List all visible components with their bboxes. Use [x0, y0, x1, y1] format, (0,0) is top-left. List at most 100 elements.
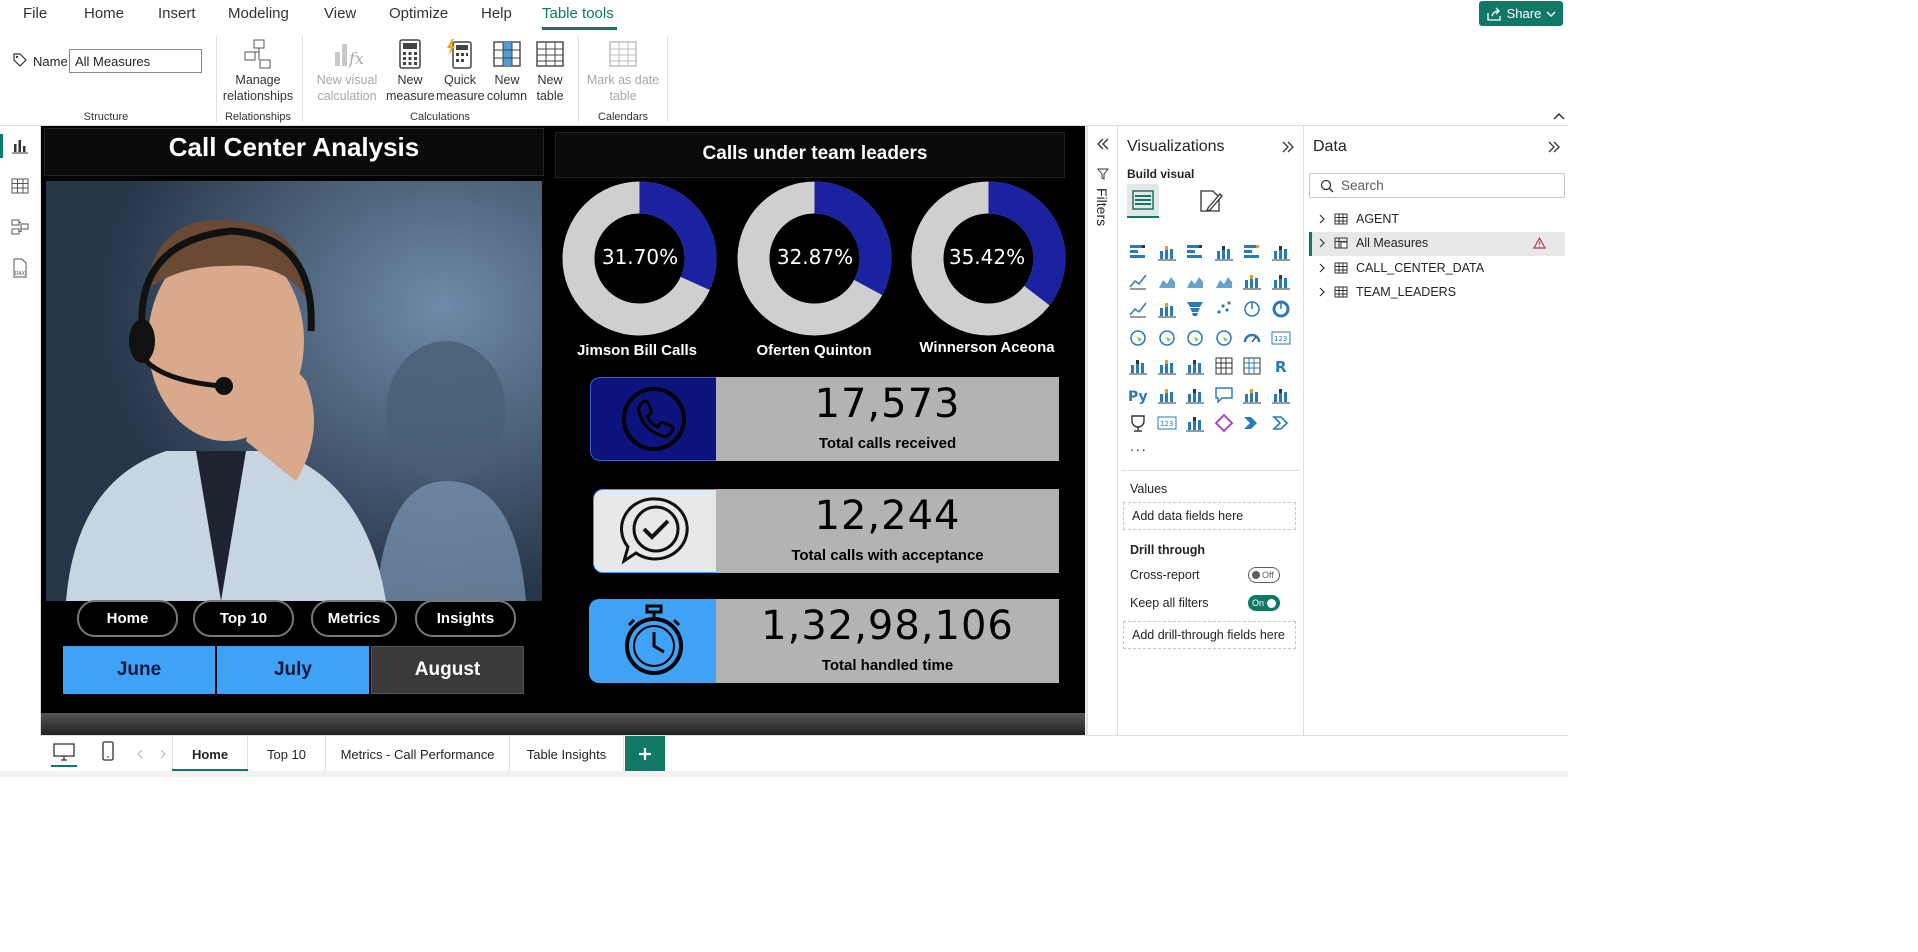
- report-view-icon[interactable]: [11, 138, 29, 154]
- filters-pane-collapsed[interactable]: Filters: [1087, 126, 1118, 735]
- python-visual-icon[interactable]: Py: [1128, 385, 1148, 405]
- month-slicer-june[interactable]: June: [63, 646, 215, 694]
- waterfall-icon[interactable]: [1157, 299, 1177, 319]
- month-slicer-july[interactable]: July: [217, 646, 369, 694]
- table-call-center-data[interactable]: CALL_CENTER_DATA: [1318, 261, 1484, 275]
- nav-button-insights[interactable]: Insights: [415, 600, 516, 637]
- power-apps-icon[interactable]: [1214, 413, 1234, 433]
- nav-button-top-10[interactable]: Top 10: [193, 600, 294, 637]
- scatter-icon[interactable]: [1214, 299, 1234, 319]
- menu-view[interactable]: View: [324, 5, 356, 22]
- new-measure-button[interactable]: New measure: [386, 38, 435, 104]
- nav-button-home[interactable]: Home: [77, 600, 178, 637]
- quick-measure-button[interactable]: Quick measure: [436, 38, 485, 104]
- menu-insert[interactable]: Insert: [158, 5, 196, 22]
- clustered-column-icon[interactable]: [1214, 242, 1234, 262]
- table-icon[interactable]: [1214, 356, 1234, 376]
- warning-icon[interactable]: [1533, 237, 1546, 249]
- table-team-leaders[interactable]: TEAM_LEADERS: [1318, 285, 1456, 299]
- new-visual-calculation-button[interactable]: fx New visual calculation: [310, 38, 384, 104]
- more-visuals-ellipsis[interactable]: ...: [1130, 438, 1148, 454]
- gauge-icon[interactable]: [1242, 328, 1262, 348]
- menu-file[interactable]: File: [23, 5, 47, 22]
- kpi-card-calls-received[interactable]: 17,573 Total calls received: [590, 377, 1059, 461]
- menu-table-tools[interactable]: Table tools: [542, 5, 614, 22]
- manage-relationships-button[interactable]: Manage relationships: [222, 38, 294, 104]
- tab-home[interactable]: Home: [172, 736, 248, 772]
- kpi-card-calls-acceptance[interactable]: 12,244 Total calls with acceptance: [593, 489, 1059, 573]
- clustered-bar-icon[interactable]: [1185, 242, 1205, 262]
- dax-query-view-icon[interactable]: DAX: [11, 258, 29, 278]
- donut-icon[interactable]: [1271, 299, 1291, 319]
- 100-column-icon[interactable]: [1271, 242, 1291, 262]
- decomposition-tree-icon[interactable]: [1185, 385, 1205, 405]
- slicer-new-icon[interactable]: [1185, 413, 1205, 433]
- collapse-chevrons-icon[interactable]: [1548, 141, 1560, 153]
- 100-area-icon[interactable]: [1214, 271, 1234, 291]
- build-visual-tab[interactable]: [1127, 184, 1159, 216]
- metrics-icon[interactable]: [1128, 413, 1148, 433]
- mobile-layout-icon[interactable]: [102, 741, 114, 761]
- keep-all-filters-toggle[interactable]: On: [1248, 595, 1280, 611]
- collapse-chevrons-icon[interactable]: [1282, 141, 1294, 153]
- table-view-icon[interactable]: [11, 178, 29, 194]
- filled-map-icon[interactable]: [1185, 328, 1205, 348]
- stacked-area-icon[interactable]: [1185, 271, 1205, 291]
- kpi-icon[interactable]: [1157, 356, 1177, 376]
- nav-button-metrics[interactable]: Metrics: [311, 600, 397, 637]
- 100-bar-icon[interactable]: [1242, 242, 1262, 262]
- map-icon[interactable]: [1157, 328, 1177, 348]
- stacked-bar-icon[interactable]: [1128, 242, 1148, 262]
- ribbon-icon[interactable]: [1128, 299, 1148, 319]
- line-stacked-column-icon[interactable]: [1271, 271, 1291, 291]
- values-drop-zone[interactable]: Add data fields here: [1123, 502, 1296, 530]
- tab-metrics-call-performance[interactable]: Metrics - Call Performance: [326, 736, 510, 772]
- menu-optimize[interactable]: Optimize: [389, 5, 448, 22]
- pie-icon[interactable]: [1242, 299, 1262, 319]
- desktop-layout-icon[interactable]: [53, 743, 75, 761]
- multi-row-card-icon[interactable]: [1128, 356, 1148, 376]
- tab-table-insights[interactable]: Table Insights: [510, 736, 624, 772]
- table-all-measures[interactable]: All Measures: [1318, 236, 1428, 250]
- menu-help[interactable]: Help: [481, 5, 512, 22]
- month-slicer-august[interactable]: August: [371, 646, 524, 694]
- new-column-button[interactable]: New column: [484, 38, 530, 104]
- collapse-ribbon-icon[interactable]: [1553, 112, 1565, 120]
- card-icon[interactable]: 123: [1271, 328, 1291, 348]
- share-button[interactable]: Share: [1479, 1, 1563, 26]
- kpi-card-handled-time[interactable]: 1,32,98,106 Total handled time: [589, 599, 1059, 683]
- qa-icon[interactable]: [1214, 385, 1234, 405]
- treemap-icon[interactable]: [1128, 328, 1148, 348]
- tab-top-10[interactable]: Top 10: [248, 736, 326, 772]
- area-icon[interactable]: [1157, 271, 1177, 291]
- expand-chevrons-icon[interactable]: [1097, 138, 1109, 150]
- scroll-left-icon[interactable]: [136, 749, 144, 759]
- power-automate-icon[interactable]: [1242, 413, 1262, 433]
- data-search-box[interactable]: Search: [1309, 173, 1565, 198]
- menu-home[interactable]: Home: [84, 5, 124, 22]
- azure-map-icon[interactable]: [1214, 328, 1234, 348]
- paginated-report-icon[interactable]: [1271, 385, 1291, 405]
- scroll-right-icon[interactable]: [159, 749, 167, 759]
- smart-narrative-icon[interactable]: [1242, 385, 1262, 405]
- key-influencers-icon[interactable]: [1157, 385, 1177, 405]
- add-page-button[interactable]: [625, 736, 665, 772]
- mark-as-date-table-button[interactable]: Mark as date table: [584, 38, 662, 104]
- table-agent[interactable]: AGENT: [1318, 212, 1399, 226]
- menu-modeling[interactable]: Modeling: [228, 5, 289, 22]
- funnel-icon[interactable]: [1185, 299, 1205, 319]
- slicer-icon[interactable]: [1185, 356, 1205, 376]
- r-visual-icon[interactable]: R: [1271, 356, 1291, 376]
- format-visual-icon[interactable]: [1198, 188, 1224, 214]
- line-icon[interactable]: [1128, 271, 1148, 291]
- more-visual-icon[interactable]: [1271, 413, 1291, 433]
- stacked-column-icon[interactable]: [1157, 242, 1177, 262]
- drill-through-drop-zone[interactable]: Add drill-through fields here: [1123, 621, 1296, 649]
- name-input[interactable]: [69, 49, 202, 73]
- card-new-icon[interactable]: 123: [1157, 413, 1177, 433]
- new-table-button[interactable]: New table: [530, 38, 570, 104]
- model-view-icon[interactable]: [11, 218, 29, 236]
- line-column-icon[interactable]: [1242, 271, 1262, 291]
- cross-report-toggle[interactable]: Off: [1248, 567, 1280, 583]
- matrix-icon[interactable]: [1242, 356, 1262, 376]
